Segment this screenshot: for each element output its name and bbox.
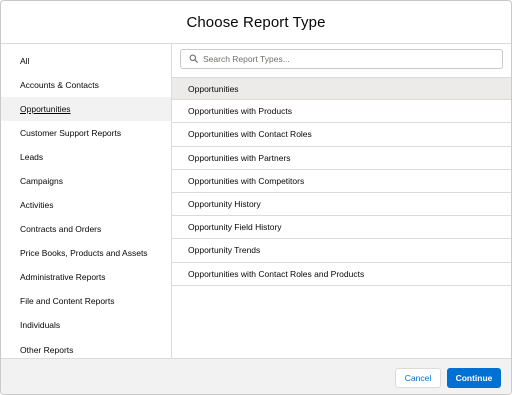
category-item-leads[interactable]: Leads bbox=[1, 145, 171, 169]
report-type-row-opportunity-history[interactable]: Opportunity History bbox=[172, 193, 511, 217]
modal-title: Choose Report Type bbox=[186, 13, 326, 31]
report-type-row-opportunities-with-partners[interactable]: Opportunities with Partners bbox=[172, 147, 511, 170]
category-item-other-reports[interactable]: Other Reports bbox=[1, 338, 171, 358]
category-item-administrative-reports[interactable]: Administrative Reports bbox=[1, 265, 171, 289]
report-type-row-opportunities-with-contact-roles[interactable]: Opportunities with Contact Roles bbox=[172, 123, 511, 147]
category-item-individuals[interactable]: Individuals bbox=[1, 313, 171, 337]
cancel-button[interactable]: Cancel bbox=[395, 368, 441, 388]
report-type-row-opportunities-with-competitors[interactable]: Opportunities with Competitors bbox=[172, 170, 511, 193]
report-type-row-opportunities-contact-roles-products[interactable]: Opportunities with Contact Roles and Pro… bbox=[172, 263, 511, 286]
report-type-row-opportunities-with-products[interactable]: Opportunities with Products bbox=[172, 100, 511, 124]
modal-footer: Cancel Continue bbox=[1, 358, 511, 394]
category-item-file-content-reports[interactable]: File and Content Reports bbox=[1, 289, 171, 313]
category-item-price-books-products-assets[interactable]: Price Books, Products and Assets bbox=[1, 241, 171, 265]
report-type-row-opportunity-trends[interactable]: Opportunity Trends bbox=[172, 239, 511, 263]
search-input[interactable] bbox=[203, 54, 483, 64]
category-item-accounts-contacts[interactable]: Accounts & Contacts bbox=[1, 73, 171, 97]
report-type-row-opportunities[interactable]: Opportunities bbox=[172, 77, 511, 101]
category-item-contracts-orders[interactable]: Contracts and Orders bbox=[1, 217, 171, 241]
category-item-all[interactable]: All bbox=[1, 49, 171, 73]
modal-header: Choose Report Type bbox=[1, 1, 511, 44]
report-type-row-opportunity-field-history[interactable]: Opportunity Field History bbox=[172, 216, 511, 240]
category-item-activities[interactable]: Activities bbox=[1, 193, 171, 217]
continue-button[interactable]: Continue bbox=[447, 368, 501, 388]
report-type-panel: Opportunities Opportunities with Product… bbox=[172, 44, 511, 358]
search-box[interactable] bbox=[180, 49, 503, 69]
category-sidebar: All Accounts & Contacts Opportunities Cu… bbox=[1, 44, 172, 358]
choose-report-type-modal: Choose Report Type All Accounts & Contac… bbox=[0, 0, 512, 395]
report-type-list: Opportunities Opportunities with Product… bbox=[172, 77, 511, 286]
category-item-campaigns[interactable]: Campaigns bbox=[1, 169, 171, 193]
category-item-opportunities[interactable]: Opportunities bbox=[1, 97, 171, 121]
category-item-customer-support-reports[interactable]: Customer Support Reports bbox=[1, 121, 171, 145]
search-icon bbox=[189, 50, 203, 68]
modal-body: All Accounts & Contacts Opportunities Cu… bbox=[1, 44, 511, 358]
